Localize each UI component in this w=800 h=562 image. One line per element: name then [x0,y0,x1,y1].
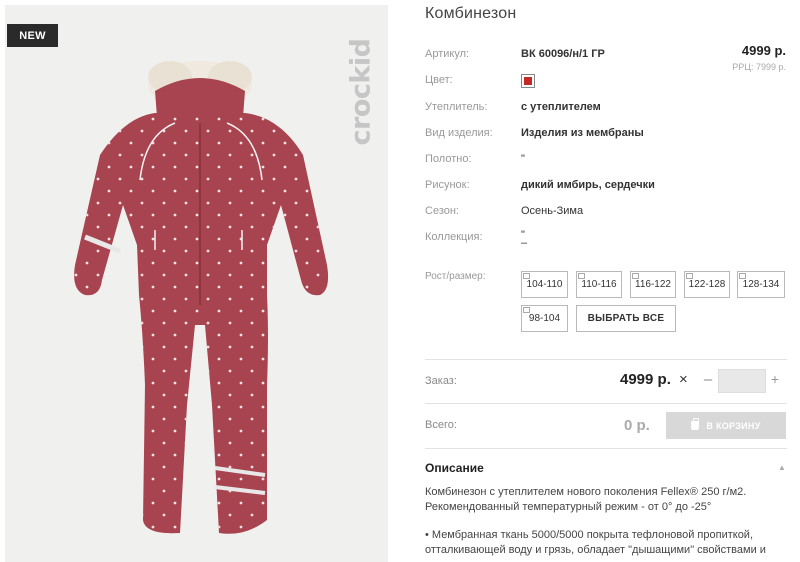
recommended-price: РРЦ: 7999 р. [732,62,786,72]
size-option-128-134[interactable]: 128-134 [737,271,785,298]
quantity-increase-button[interactable]: + [769,371,781,387]
size-stock-icon [632,273,639,279]
description-line: Комбинезон с утеплителем нового поколени… [425,486,747,498]
size-stock-icon [686,273,693,279]
size-option-label: 98-104 [528,313,561,324]
total-label: Всего: [425,419,457,431]
size-option-label: 116-122 [635,279,671,290]
new-badge: NEW [7,24,58,47]
size-stock-icon [523,307,530,313]
description-line: • Мембранная ткань 5000/5000 покрыта теф… [425,529,754,541]
size-stock-icon [523,273,530,279]
insulation-value: с утеплителем [521,101,601,113]
shopping-bag-icon [691,418,700,430]
divider [425,403,787,404]
select-all-sizes-button[interactable]: ВЫБРАТЬ ВСЕ [576,305,676,332]
order-label: Заказ: [425,375,457,387]
description-line: Рекомендованный температурный режим - от… [425,501,712,513]
product-type-label: Вид изделия: [425,127,493,139]
insulation-label: Утеплитель: [425,101,488,113]
fabric-value: " [521,153,525,165]
season-label: Сезон: [425,205,459,217]
size-option-116-122[interactable]: 116-122 [630,271,676,298]
collapse-caret-icon[interactable]: ▲ [778,463,786,472]
size-stock-icon [739,273,746,279]
size-option-98-104[interactable]: 98-104 [521,305,568,332]
product-image[interactable]: NEW crockid [5,5,388,562]
color-label: Цвет: [425,74,453,86]
divider [425,359,787,360]
quantity-decrease-button[interactable]: – [702,371,714,388]
collection-value-2: – [521,237,528,249]
size-option-label: 110-116 [581,279,617,290]
total-value: 0 р. [624,417,650,434]
product-price: 4999 р. [741,43,786,58]
color-swatch[interactable] [521,74,535,88]
add-to-cart-button[interactable]: В КОРЗИНУ [666,412,786,439]
size-option-110-116[interactable]: 110-116 [576,271,622,298]
description-line: отталкивающей воду и грязь, обладает "ды… [425,544,766,556]
size-stock-icon [578,273,585,279]
description-heading[interactable]: Описание [425,461,484,475]
add-to-cart-label: В КОРЗИНУ [706,420,761,431]
multiply-icon: × [679,371,688,388]
product-title: Комбинезон [425,5,517,22]
order-price: 4999 р. [620,371,671,388]
pattern-value: дикий имбирь, сердечки [521,179,655,191]
size-option-label: 104-110 [526,279,563,290]
fabric-label: Полотно: [425,153,472,165]
quantity-input[interactable] [718,369,766,393]
size-option-122-128[interactable]: 122-128 [684,271,730,298]
pattern-label: Рисунок: [425,179,470,191]
size-option-label: 128-134 [742,279,780,290]
jumpsuit-illustration [74,61,329,534]
brand-logo-text: crockid [345,38,377,146]
brand-logo: crockid [341,17,381,167]
article-label: Артикул: [425,48,470,60]
divider [425,448,787,449]
color-swatch-fill [524,77,532,85]
size-option-104-110[interactable]: 104-110 [521,271,568,298]
collection-label: Коллекция: [425,231,483,243]
article-value: ВК 60096/н/1 ГР [521,48,605,60]
size-label: Рост/размер: [425,271,486,282]
size-option-label: 122-128 [688,279,726,290]
product-type-value: Изделия из мембраны [521,127,644,139]
season-value: Осень-Зима [521,205,584,217]
